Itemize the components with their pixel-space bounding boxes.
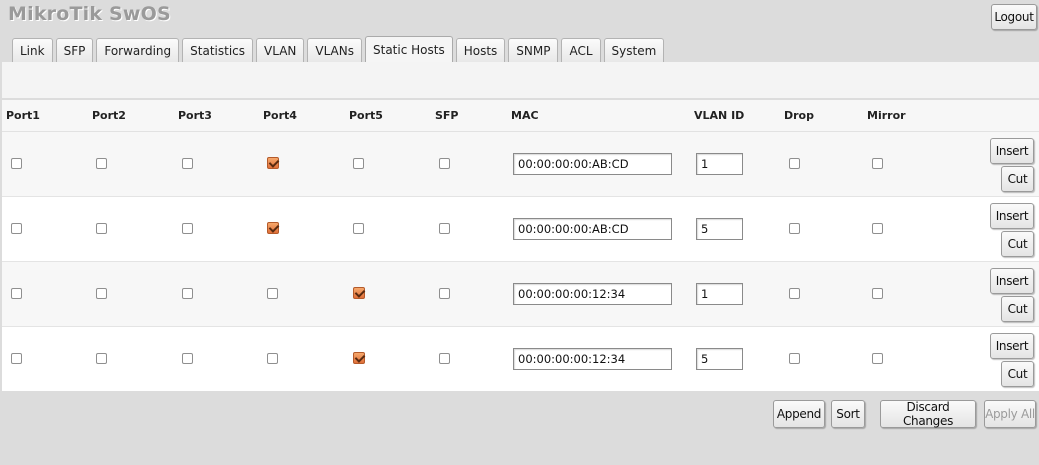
insert-button[interactable]: Insert [990, 138, 1034, 164]
cut-button[interactable]: Cut [1001, 296, 1034, 322]
column-header-port4: Port4 [263, 109, 297, 122]
column-header-drop: Drop [784, 109, 814, 122]
port3-checkbox[interactable] [182, 223, 193, 234]
port3-checkbox[interactable] [182, 288, 193, 299]
tab-link[interactable]: Link [12, 38, 53, 62]
port5-checkbox[interactable] [353, 158, 364, 169]
cut-button[interactable]: Cut [1001, 361, 1034, 387]
sfp-checkbox[interactable] [439, 288, 450, 299]
append-button[interactable]: Append [773, 400, 825, 428]
tab-sfp[interactable]: SFP [55, 38, 94, 62]
port1-checkbox[interactable] [11, 223, 22, 234]
discard-changes-button[interactable]: Discard Changes [880, 400, 976, 428]
port1-checkbox[interactable] [11, 353, 22, 364]
tab-forwarding[interactable]: Forwarding [96, 38, 180, 62]
sort-button[interactable]: Sort [831, 400, 865, 428]
cut-button[interactable]: Cut [1001, 231, 1034, 257]
column-header-port3: Port3 [178, 109, 212, 122]
table-row: 00:00:00:00:AB:CD 1 Insert Cut [2, 132, 1039, 197]
apply-all-button: Apply All [984, 400, 1036, 428]
drop-checkbox[interactable] [789, 353, 800, 364]
tab-vlans[interactable]: VLANs [307, 38, 362, 62]
drop-checkbox[interactable] [789, 288, 800, 299]
tab-system[interactable]: System [603, 38, 665, 62]
port5-checkbox[interactable] [353, 352, 365, 364]
logout-button[interactable]: Logout [991, 4, 1037, 30]
mirror-checkbox[interactable] [872, 353, 883, 364]
tab-hosts[interactable]: Hosts [455, 38, 506, 62]
mac-field[interactable]: 00:00:00:00:AB:CD [513, 218, 672, 240]
insert-button[interactable]: Insert [990, 268, 1034, 294]
mirror-checkbox[interactable] [872, 288, 883, 299]
mac-field[interactable]: 00:00:00:00:AB:CD [513, 153, 672, 175]
column-header-mirror: Mirror [867, 109, 906, 122]
tab-static-hosts[interactable]: Static Hosts [365, 36, 453, 62]
app-title: MikroTik SwOS [8, 3, 171, 25]
port5-checkbox[interactable] [353, 287, 365, 299]
column-header-mac: MAC [511, 109, 539, 122]
column-header-port1: Port1 [6, 109, 40, 122]
drop-checkbox[interactable] [789, 158, 800, 169]
tab-vlan[interactable]: VLAN [256, 38, 305, 62]
port3-checkbox[interactable] [182, 353, 193, 364]
vlan-id-field[interactable]: 1 [696, 283, 743, 305]
insert-button[interactable]: Insert [990, 203, 1034, 229]
cut-button[interactable]: Cut [1001, 166, 1034, 192]
port5-checkbox[interactable] [353, 223, 364, 234]
sfp-checkbox[interactable] [439, 158, 450, 169]
footer-bar: Append Sort Discard Changes Apply All [2, 391, 1039, 436]
table-header: Port1 Port2 Port3 Port4 Port5 SFP MAC VL… [2, 100, 1039, 132]
port2-checkbox[interactable] [96, 158, 107, 169]
table-row: 00:00:00:00:AB:CD 5 Insert Cut [2, 197, 1039, 262]
port4-checkbox[interactable] [267, 222, 279, 234]
table-row: 00:00:00:00:12:34 1 Insert Cut [2, 262, 1039, 327]
column-header-port2: Port2 [92, 109, 126, 122]
tab-snmp[interactable]: SNMP [508, 38, 559, 62]
drop-checkbox[interactable] [789, 223, 800, 234]
sfp-checkbox[interactable] [439, 223, 450, 234]
mac-field[interactable]: 00:00:00:00:12:34 [513, 348, 672, 370]
tab-statistics[interactable]: Statistics [182, 38, 254, 62]
port2-checkbox[interactable] [96, 288, 107, 299]
vlan-id-field[interactable]: 1 [696, 153, 743, 175]
column-header-vlan-id: VLAN ID [694, 109, 745, 122]
port4-checkbox[interactable] [267, 157, 279, 169]
static-hosts-table: Port1 Port2 Port3 Port4 Port5 SFP MAC VL… [2, 100, 1039, 392]
vlan-id-field[interactable]: 5 [696, 348, 743, 370]
column-header-port5: Port5 [349, 109, 383, 122]
toolbar-area [2, 62, 1039, 98]
port1-checkbox[interactable] [11, 158, 22, 169]
port4-checkbox[interactable] [267, 353, 278, 364]
port2-checkbox[interactable] [96, 223, 107, 234]
port2-checkbox[interactable] [96, 353, 107, 364]
mac-field[interactable]: 00:00:00:00:12:34 [513, 283, 672, 305]
port3-checkbox[interactable] [182, 158, 193, 169]
table-row: 00:00:00:00:12:34 5 Insert Cut [2, 327, 1039, 392]
sfp-checkbox[interactable] [439, 353, 450, 364]
insert-button[interactable]: Insert [990, 333, 1034, 359]
mirror-checkbox[interactable] [872, 223, 883, 234]
port4-checkbox[interactable] [267, 288, 278, 299]
tab-bar: Link SFP Forwarding Statistics VLAN VLAN… [12, 36, 667, 62]
mirror-checkbox[interactable] [872, 158, 883, 169]
port1-checkbox[interactable] [11, 288, 22, 299]
tab-acl[interactable]: ACL [561, 38, 601, 62]
vlan-id-field[interactable]: 5 [696, 218, 743, 240]
column-header-sfp: SFP [435, 109, 459, 122]
